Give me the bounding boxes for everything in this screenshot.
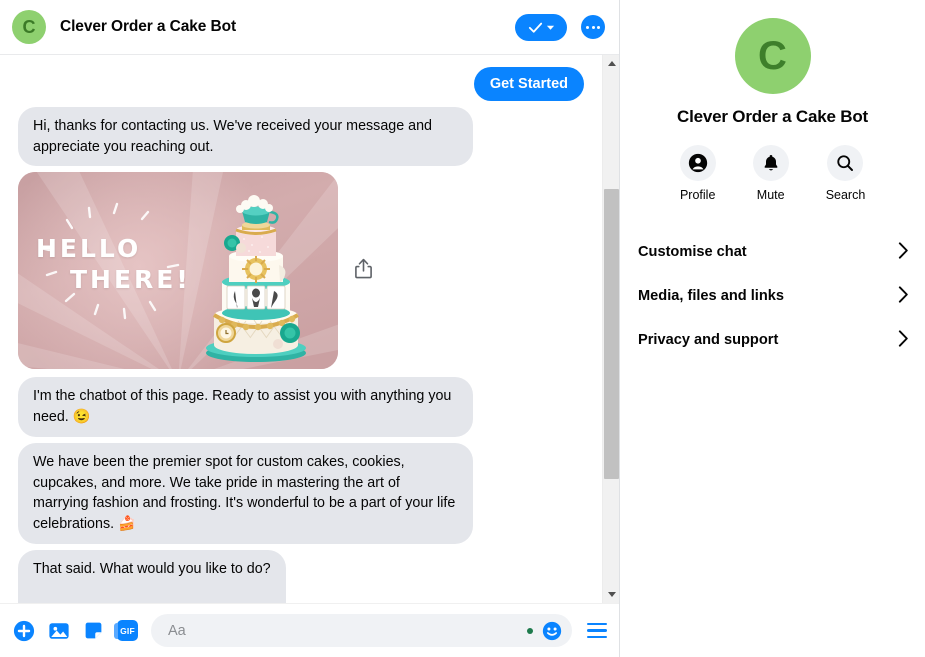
profile-icon bbox=[679, 145, 716, 181]
sidebar-action-label: Mute bbox=[756, 188, 785, 202]
details-sidebar: C Clever Order a Cake Bot Profile Mute S… bbox=[620, 0, 925, 657]
message-bubble-incoming[interactable]: We have been the premier spot for custom… bbox=[18, 442, 473, 544]
scroll-down-button[interactable] bbox=[603, 586, 619, 603]
caret-down-icon bbox=[607, 592, 616, 597]
chat-pane: C Clever Order a Cake Bot Get Started Hi… bbox=[0, 0, 620, 657]
header-actions bbox=[515, 13, 605, 41]
share-icon[interactable] bbox=[354, 258, 373, 284]
message-bubble-incoming[interactable]: That said. What would you like to do? Pl… bbox=[18, 549, 286, 603]
sidebar-item-customise-chat[interactable]: Customise chat bbox=[638, 230, 909, 274]
message-row: I'm the chatbot of this page. Ready to a… bbox=[0, 377, 602, 437]
message-input[interactable] bbox=[168, 622, 518, 639]
message-row-attachment: HELLO THERE! bbox=[0, 172, 602, 370]
scroll-up-button[interactable] bbox=[603, 55, 619, 72]
message-input-wrapper[interactable] bbox=[151, 614, 572, 647]
messenger-window: C Clever Order a Cake Bot Get Started Hi… bbox=[0, 0, 925, 657]
cake-illustration bbox=[206, 195, 306, 363]
menu-line bbox=[587, 629, 607, 632]
chevron-down-icon bbox=[546, 25, 555, 30]
hamburger-menu-icon[interactable] bbox=[585, 622, 607, 639]
sidebar-item-privacy-and-support[interactable]: Privacy and support bbox=[638, 318, 909, 362]
sidebar-action-label: Search bbox=[825, 188, 866, 202]
gif-label: GIF bbox=[114, 620, 138, 641]
chevron-right-icon bbox=[898, 241, 909, 263]
chat-header: C Clever Order a Cake Bot bbox=[0, 0, 619, 55]
message-composer: GIF bbox=[0, 603, 619, 657]
message-row: Get Started bbox=[0, 67, 602, 101]
bell-icon bbox=[752, 145, 789, 181]
sidebar-contact-name: Clever Order a Cake Bot bbox=[677, 107, 868, 126]
sidebar-action-profile[interactable]: Profile bbox=[679, 145, 716, 202]
check-icon bbox=[528, 22, 543, 33]
online-status-dot bbox=[527, 627, 533, 634]
caret-up-icon bbox=[607, 61, 616, 66]
sidebar-item-label: Customise chat bbox=[638, 244, 747, 260]
sidebar-action-search[interactable]: Search bbox=[825, 145, 866, 202]
gif-icon[interactable]: GIF bbox=[114, 620, 138, 641]
sidebar-quick-actions: Profile Mute Search bbox=[620, 145, 925, 202]
message-scroll-content: Get Started Hi, thanks for contacting us… bbox=[0, 55, 602, 603]
scrollbar-thumb[interactable] bbox=[604, 189, 619, 479]
image-attachment[interactable]: HELLO THERE! bbox=[18, 172, 338, 370]
plus-icon[interactable] bbox=[13, 620, 35, 642]
chevron-right-icon bbox=[898, 285, 909, 307]
dot-icon bbox=[586, 25, 589, 29]
sidebar-menu: Customise chat Media, files and links Pr… bbox=[620, 230, 925, 362]
sidebar-action-mute[interactable]: Mute bbox=[752, 145, 789, 202]
message-row: That said. What would you like to do? Pl… bbox=[0, 549, 602, 603]
sidebar-avatar-letter: C bbox=[758, 34, 787, 78]
sidebar-item-label: Media, files and links bbox=[638, 288, 784, 304]
photo-icon[interactable] bbox=[48, 620, 70, 642]
chevron-right-icon bbox=[898, 329, 909, 351]
menu-line bbox=[587, 635, 607, 639]
mark-done-button[interactable] bbox=[515, 13, 567, 41]
avatar-letter: C bbox=[22, 17, 36, 37]
emoji-icon[interactable] bbox=[542, 621, 562, 641]
message-bubble-incoming[interactable]: Hi, thanks for contacting us. We've rece… bbox=[18, 107, 473, 167]
message-bubble-outgoing[interactable]: Get Started bbox=[473, 67, 584, 101]
message-scrollbar[interactable] bbox=[602, 55, 619, 603]
more-options-button[interactable] bbox=[581, 15, 605, 39]
menu-line bbox=[587, 622, 607, 626]
search-icon bbox=[827, 145, 864, 181]
sticker-icon[interactable] bbox=[83, 620, 104, 641]
avatar[interactable]: C bbox=[12, 10, 46, 44]
message-row: Hi, thanks for contacting us. We've rece… bbox=[0, 107, 602, 167]
sidebar-item-media-files-links[interactable]: Media, files and links bbox=[638, 274, 909, 318]
dot-icon bbox=[591, 25, 595, 29]
sidebar-item-label: Privacy and support bbox=[638, 332, 779, 348]
dot-icon bbox=[597, 25, 600, 29]
page-title: Clever Order a Cake Bot bbox=[60, 18, 237, 35]
message-row: We have been the premier spot for custom… bbox=[0, 442, 602, 544]
message-bubble-incoming[interactable]: I'm the chatbot of this page. Ready to a… bbox=[18, 377, 473, 437]
sidebar-action-label: Profile bbox=[679, 188, 716, 202]
sidebar-avatar[interactable]: C bbox=[734, 18, 811, 94]
message-list: Get Started Hi, thanks for contacting us… bbox=[0, 55, 619, 603]
